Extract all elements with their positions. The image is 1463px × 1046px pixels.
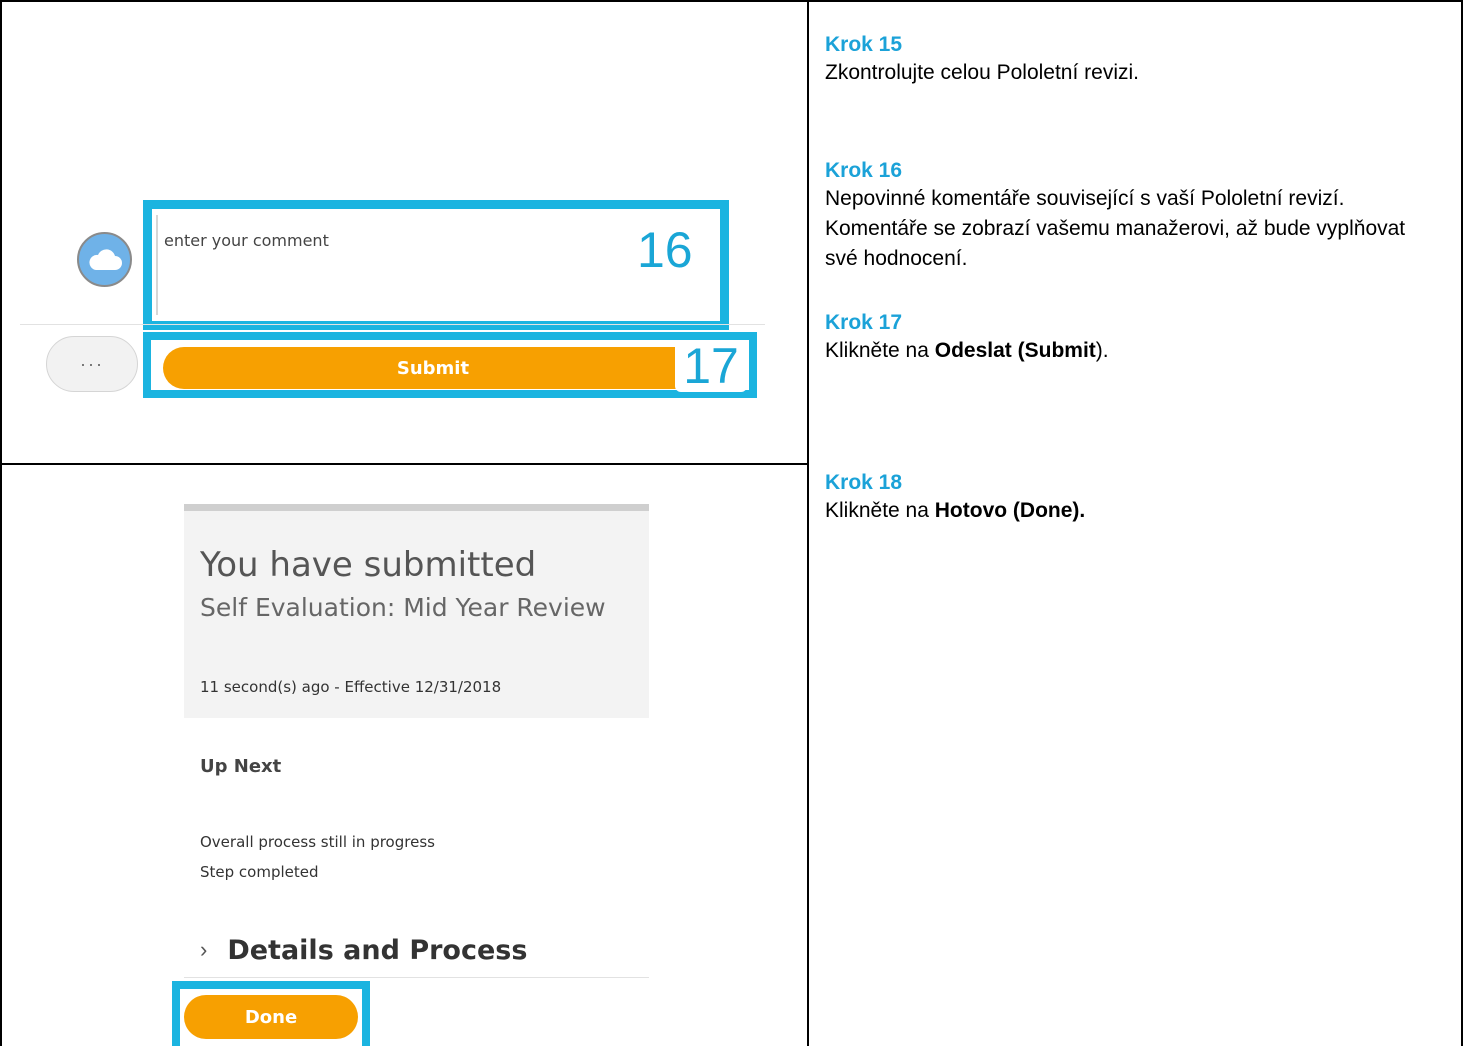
submitted-subtitle: Self Evaluation: Mid Year Review: [200, 593, 606, 622]
step-text: Klikněte na Hotovo (Done).: [825, 496, 1445, 526]
details-and-process-toggle[interactable]: › Details and Process: [200, 930, 527, 970]
step-title: Krok 18: [825, 471, 903, 494]
step-text: Klikněte na Odeslat (Submit).: [825, 336, 1445, 366]
step-text-bold: Hotovo (Done).: [934, 499, 1086, 522]
table-border-left: [0, 0, 2, 1046]
submit-highlight: Submit 17: [143, 332, 757, 398]
step-text: Nepovinné komentáře související s vaší P…: [825, 187, 1406, 270]
submitted-title: You have submitted: [200, 545, 537, 585]
submit-button[interactable]: Submit: [163, 347, 703, 389]
up-next-heading: Up Next: [200, 756, 282, 777]
cloud-icon: [88, 248, 122, 270]
step-title: Krok 17: [825, 311, 903, 334]
comment-highlight: enter your comment 16: [143, 200, 729, 330]
comment-input[interactable]: enter your comment: [156, 215, 720, 315]
step-15: Krok 15 Zkontrolujte celou Pololetní rev…: [825, 32, 1445, 88]
step-text-bold: Odeslat (Submit: [934, 339, 1096, 362]
step-title: Krok 16: [825, 159, 903, 182]
step-text-prefix: Klikněte na: [825, 339, 935, 362]
step-text: Zkontrolujte celou Pololetní revizi.: [825, 61, 1139, 84]
table-divider-horizontal: [0, 463, 809, 465]
callout-16: 16: [637, 222, 693, 278]
step-16: Krok 16 Nepovinné komentáře související …: [825, 158, 1445, 274]
done-button[interactable]: Done: [184, 995, 358, 1039]
details-label: Details and Process: [227, 934, 528, 966]
more-actions-button[interactable]: ···: [46, 336, 138, 392]
step-18: Krok 18 Klikněte na Hotovo (Done).: [825, 470, 1445, 526]
avatar: [77, 232, 132, 287]
callout-17: 17: [675, 340, 747, 392]
step-title: Krok 15: [825, 33, 903, 56]
step-text-suffix: ).: [1095, 339, 1109, 362]
step-text-prefix: Klikněte na: [825, 499, 935, 522]
status-overall: Overall process still in progress: [200, 833, 435, 851]
table-divider-vertical: [807, 0, 809, 1046]
comment-placeholder: enter your comment: [164, 231, 329, 250]
chevron-right-icon: ›: [200, 937, 208, 962]
step-17: Krok 17 Klikněte na Odeslat (Submit).: [825, 310, 1445, 366]
done-highlight: Done: [172, 981, 370, 1046]
submitted-panel: You have submitted Self Evaluation: Mid …: [184, 504, 649, 718]
status-step: Step completed: [200, 863, 319, 881]
table-border-top: [0, 0, 1463, 2]
divider: [184, 977, 649, 978]
submitted-meta: 11 second(s) ago - Effective 12/31/2018: [200, 678, 502, 696]
divider: [20, 324, 765, 325]
